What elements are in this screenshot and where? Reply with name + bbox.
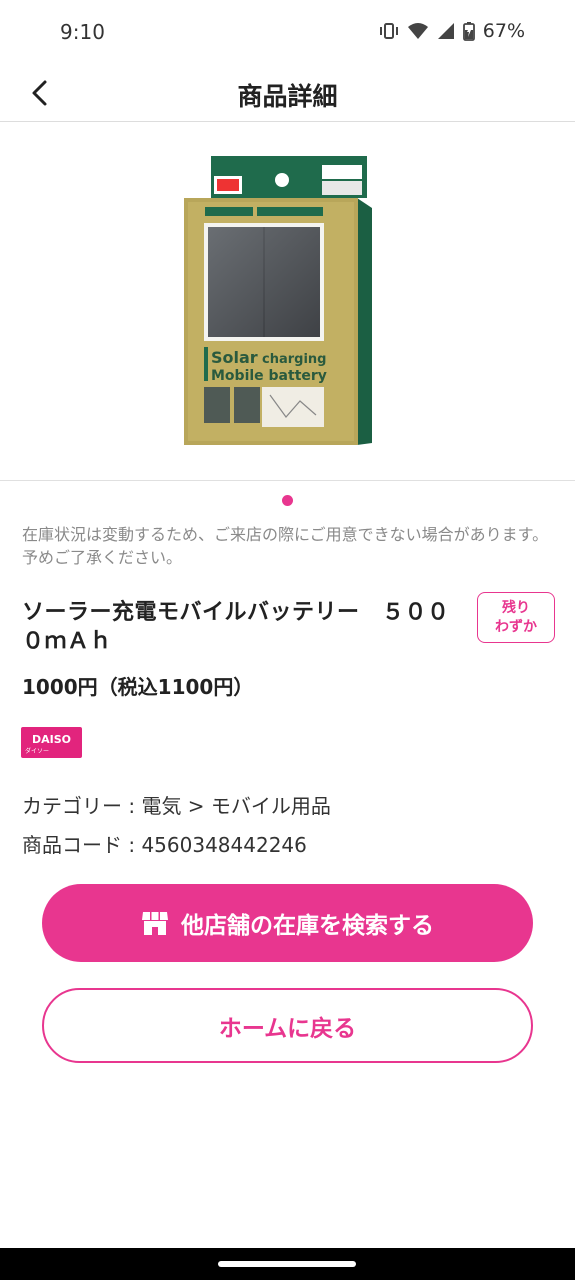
product-image: Solar charging Mobile battery — [184, 156, 372, 445]
product-category: カテゴリー : 電気 > モバイル用品 — [22, 794, 331, 818]
home-gesture-handle[interactable] — [218, 1261, 356, 1267]
product-price: 1000円（税込1100円） — [22, 675, 254, 699]
system-nav-bar — [0, 1248, 575, 1280]
battery-charging-icon — [462, 22, 475, 41]
vibrate-icon — [379, 23, 398, 39]
stock-badge-line1: 残り — [502, 600, 530, 616]
status-time: 9:10 — [60, 20, 105, 44]
search-other-stores-label: 他店舗の在庫を検索する — [181, 913, 434, 939]
product-image-carousel[interactable]: Solar charging Mobile battery — [0, 123, 575, 481]
back-home-button[interactable]: ホームに戻る — [42, 988, 533, 1063]
svg-text:DAISO: DAISO — [32, 733, 71, 746]
product-name: ソーラー充電モバイルバッテリー ５０００ｍＡｈ — [22, 600, 450, 654]
svg-text:Mobile battery: Mobile battery — [211, 368, 327, 384]
svg-text:Solar: Solar — [211, 348, 258, 367]
carousel-indicator-dot — [282, 495, 293, 506]
store-icon — [142, 912, 168, 935]
stock-status-badge: 残り わずか — [477, 592, 555, 643]
app-bar: 商品詳細 — [0, 64, 575, 122]
search-other-stores-button[interactable]: 他店舗の在庫を検索する — [42, 884, 533, 962]
back-home-label: ホームに戻る — [218, 1015, 357, 1042]
product-code: 商品コード : 4560348442246 — [22, 833, 307, 857]
svg-text:ダイソー: ダイソー — [25, 747, 49, 755]
page-title: 商品詳細 — [237, 82, 338, 111]
daiso-logo: DAISO ダイソー — [21, 727, 82, 758]
battery-percent: 67% — [482, 20, 525, 42]
status-bar: 9:10 67% — [0, 0, 575, 64]
stock-notice: 在庫状況は変動するため、ご来店の際にご用意できない場合があります。予めご了承くだ… — [22, 525, 549, 567]
wifi-icon — [407, 23, 428, 39]
svg-text:charging: charging — [262, 352, 326, 367]
stock-badge-line2: わずか — [495, 619, 537, 635]
cell-signal-icon — [437, 23, 454, 39]
status-icons: 67% — [379, 20, 525, 42]
